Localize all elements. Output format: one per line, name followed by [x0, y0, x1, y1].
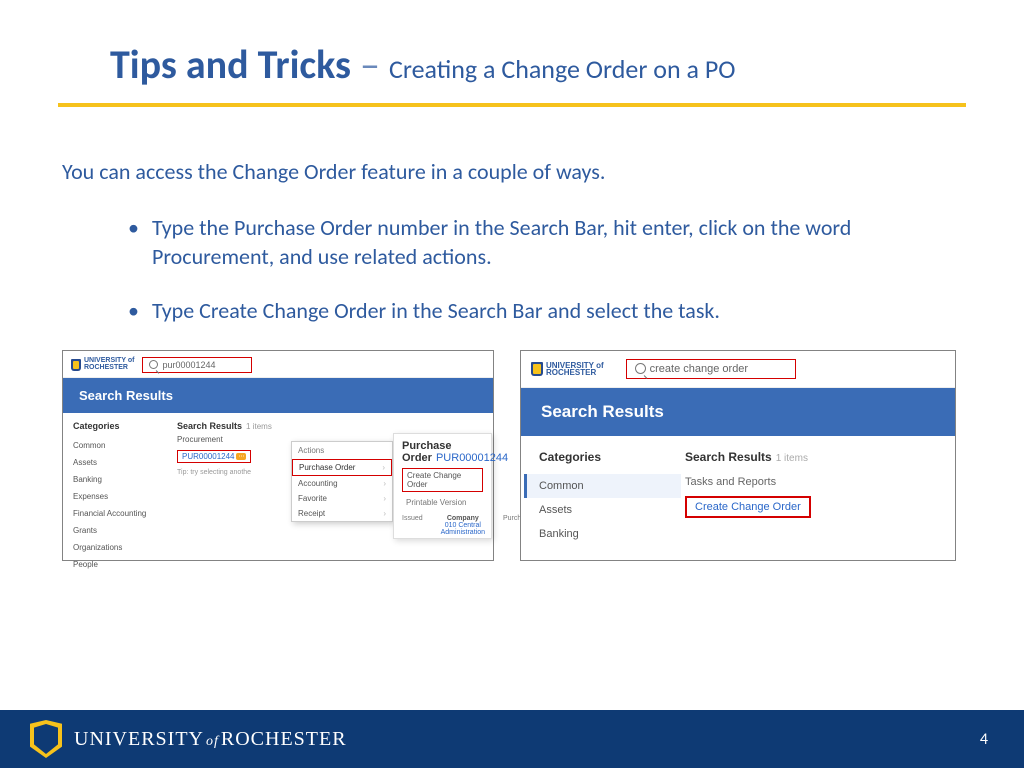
po-meta: Issued Company010 Central Administration… — [402, 515, 483, 536]
search-input[interactable]: pur00001244 — [142, 357, 252, 373]
bullet-list: Type the Purchase Order number in the Se… — [62, 213, 964, 326]
bullet-2: Type Create Change Order in the Search B… — [152, 296, 964, 326]
po-detail-panel: Purchase OrderPUR00001244 Create Change … — [393, 433, 492, 539]
cat-common[interactable]: Common — [73, 437, 173, 454]
chevron-right-icon: › — [383, 494, 386, 503]
shield-icon — [531, 362, 543, 376]
results-header: Search Results1 items — [177, 421, 485, 431]
right-results: Search Results1 items Tasks and Reports … — [681, 436, 955, 546]
screenshot-right: UNIVERSITY of ROCHESTER create change or… — [520, 350, 956, 561]
create-change-order-option[interactable]: Create Change Order — [402, 468, 483, 492]
left-topbar: UNIVERSITY of ROCHESTER pur00001244 — [63, 351, 493, 378]
slide-footer: UNIVERSITYofROCHESTER 4 — [0, 710, 1024, 768]
flyout-favorite[interactable]: Favorite› — [292, 491, 392, 506]
categories-header: Categories — [73, 421, 173, 431]
chevron-right-icon: › — [383, 509, 386, 518]
cat-financial[interactable]: Financial Accounting — [73, 505, 173, 522]
left-categories: Categories Common Assets Banking Expense… — [63, 413, 173, 573]
shield-icon — [28, 718, 64, 760]
slide-title: Tips and Tricks – Creating a Change Orde… — [0, 0, 1024, 89]
flyout-receipt[interactable]: Receipt› — [292, 506, 392, 521]
cat-expenses[interactable]: Expenses — [73, 488, 173, 505]
cat-orgs[interactable]: Organizations — [73, 539, 173, 556]
cat-common[interactable]: Common — [524, 474, 681, 498]
search-value: pur00001244 — [162, 360, 215, 370]
rochester-logo: UNIVERSITY of ROCHESTER — [531, 362, 604, 376]
right-categories: Categories Common Assets Banking — [521, 436, 681, 546]
body-text: You can access the Change Order feature … — [0, 107, 1024, 326]
left-blue-header: Search Results — [63, 378, 493, 413]
shield-icon — [71, 359, 81, 371]
screenshot-row: UNIVERSITY of ROCHESTER pur00001244 Sear… — [0, 350, 1024, 561]
actions-flyout: Actions Purchase Order› Accounting› Favo… — [291, 441, 393, 522]
title-dash: – — [351, 40, 389, 89]
chevron-right-icon: › — [383, 479, 386, 488]
cat-banking[interactable]: Banking — [539, 522, 681, 546]
cat-assets[interactable]: Assets — [73, 454, 173, 471]
po-link[interactable]: PUR00001244⋯ — [177, 450, 251, 463]
po-panel-title: Purchase OrderPUR00001244 — [402, 440, 483, 464]
right-topbar: UNIVERSITY of ROCHESTER create change or… — [521, 351, 955, 388]
search-icon — [149, 360, 158, 369]
cat-banking[interactable]: Banking — [73, 471, 173, 488]
printable-version-option[interactable]: Printable Version — [402, 496, 483, 509]
cat-people[interactable]: People — [73, 556, 173, 573]
categories-header: Categories — [539, 450, 681, 464]
results-header: Search Results1 items — [685, 450, 941, 464]
rochester-logo: UNIVERSITY of ROCHESTER — [71, 358, 134, 371]
chevron-right-icon: › — [382, 463, 385, 472]
flyout-accounting[interactable]: Accounting› — [292, 476, 392, 491]
search-input[interactable]: create change order — [626, 359, 796, 379]
logo-text: UNIVERSITY of ROCHESTER — [84, 358, 134, 371]
footer-logo: UNIVERSITYofROCHESTER — [28, 718, 347, 760]
cat-assets[interactable]: Assets — [539, 498, 681, 522]
search-icon — [635, 363, 646, 374]
page-number: 4 — [980, 730, 996, 749]
flyout-purchase-order[interactable]: Purchase Order› — [292, 459, 392, 476]
intro-text: You can access the Change Order feature … — [62, 157, 964, 187]
search-value: create change order — [650, 363, 748, 375]
create-change-order-link[interactable]: Create Change Order — [685, 496, 811, 518]
flyout-header: Actions — [292, 442, 392, 459]
cat-grants[interactable]: Grants — [73, 522, 173, 539]
footer-university-text: UNIVERSITYofROCHESTER — [74, 728, 347, 751]
title-sub: Creating a Change Order on a PO — [389, 53, 736, 85]
left-results: Search Results1 items Procurement PUR000… — [173, 413, 493, 573]
screenshot-left: UNIVERSITY of ROCHESTER pur00001244 Sear… — [62, 350, 494, 561]
logo-text: UNIVERSITY of ROCHESTER — [546, 362, 604, 376]
bullet-1: Type the Purchase Order number in the Se… — [152, 213, 964, 272]
title-main: Tips and Tricks — [110, 40, 351, 89]
right-blue-header: Search Results — [521, 388, 955, 436]
tasks-and-reports-label: Tasks and Reports — [685, 476, 941, 488]
